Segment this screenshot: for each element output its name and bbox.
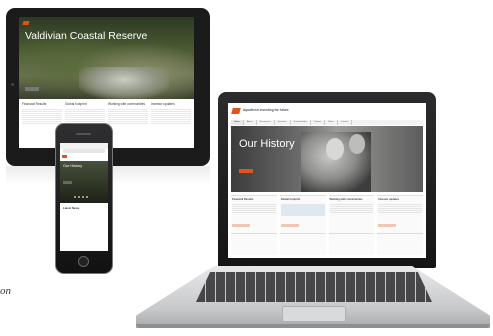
nav-item-about[interactable]: About <box>244 120 257 125</box>
tablet-column[interactable]: Investor updates <box>151 102 191 145</box>
nav-item-home[interactable]: Home <box>231 120 244 125</box>
laptop-brand-text: Aquafresh investing for future <box>243 108 289 112</box>
caption-text: on <box>0 285 11 297</box>
brand-logo-icon[interactable] <box>231 108 241 114</box>
column-text-lines <box>22 108 62 125</box>
phone-news-section: Latest News <box>63 206 105 211</box>
tablet-hero-button[interactable] <box>25 87 39 91</box>
laptop-hero-banner: Our History <box>231 126 423 192</box>
hero-photo-figure <box>326 138 344 160</box>
nav-item-sustainability[interactable]: Sustainability <box>291 120 311 125</box>
tablet-hero-title: Valdivian Coastal Reserve <box>25 30 148 42</box>
hero-photo-stream <box>79 67 169 99</box>
panel-link[interactable] <box>232 224 250 227</box>
laptop-base-edge <box>136 324 490 328</box>
laptop-site-header: Aquafresh investing for future <box>228 103 426 121</box>
hero-photo-figure <box>349 134 365 154</box>
laptop-keyboard <box>196 272 432 302</box>
laptop-hero-title: Our History <box>239 138 295 150</box>
panel-text-lines <box>329 204 374 214</box>
tablet-column[interactable]: Working with communities <box>108 102 148 145</box>
nav-item-contact[interactable]: Contact <box>338 120 353 125</box>
laptop-hero-button[interactable] <box>239 169 253 173</box>
laptop-main-nav: Home About Businesses Investors Sustaina… <box>231 120 423 125</box>
phone-screen: Our History Latest News <box>60 143 108 251</box>
phone-hero-title: Our History <box>63 164 83 168</box>
column-title: Global footprint <box>65 102 87 106</box>
panel-title: Investor updates <box>378 198 400 201</box>
panel-link[interactable] <box>280 224 299 227</box>
column-title: Financial Results <box>22 102 47 106</box>
panel-title: Working with communities <box>329 198 363 201</box>
column-title: Working with communities <box>108 102 145 106</box>
tablet-camera-icon <box>11 83 14 86</box>
row-item[interactable] <box>328 233 375 255</box>
section-title: Latest News <box>63 206 80 210</box>
world-map-icon <box>280 204 325 216</box>
brand-logo-icon[interactable] <box>62 155 67 158</box>
panel-table-lines <box>378 204 422 214</box>
panel-title: Financial Results <box>232 198 254 201</box>
panel-title: Global footprint <box>280 198 301 201</box>
row-item[interactable] <box>377 233 423 255</box>
nav-item-investors[interactable]: Investors <box>275 120 291 125</box>
column-text-lines <box>108 108 148 125</box>
brand-logo-icon[interactable] <box>22 21 30 25</box>
nav-item-careers[interactable]: Careers <box>311 120 326 125</box>
panel-link[interactable] <box>378 224 397 227</box>
phone-speaker-icon <box>76 133 91 135</box>
carousel-dots[interactable] <box>74 196 88 198</box>
nav-item-businesses[interactable]: Businesses <box>257 120 275 125</box>
phone-url-bar[interactable] <box>63 149 105 153</box>
nav-item-news[interactable]: News <box>325 120 338 125</box>
column-text-lines <box>151 108 191 125</box>
row-item[interactable] <box>231 233 277 255</box>
column-title: Investor updates <box>151 102 175 106</box>
laptop-second-row <box>231 233 423 255</box>
laptop-screen: Aquafresh investing for future Home Abou… <box>228 103 426 258</box>
row-item[interactable] <box>279 233 326 255</box>
phone-home-button[interactable] <box>78 256 89 267</box>
laptop-trackpad <box>282 306 346 322</box>
phone-hero-button[interactable] <box>63 181 72 184</box>
panel-text-lines <box>232 204 276 214</box>
